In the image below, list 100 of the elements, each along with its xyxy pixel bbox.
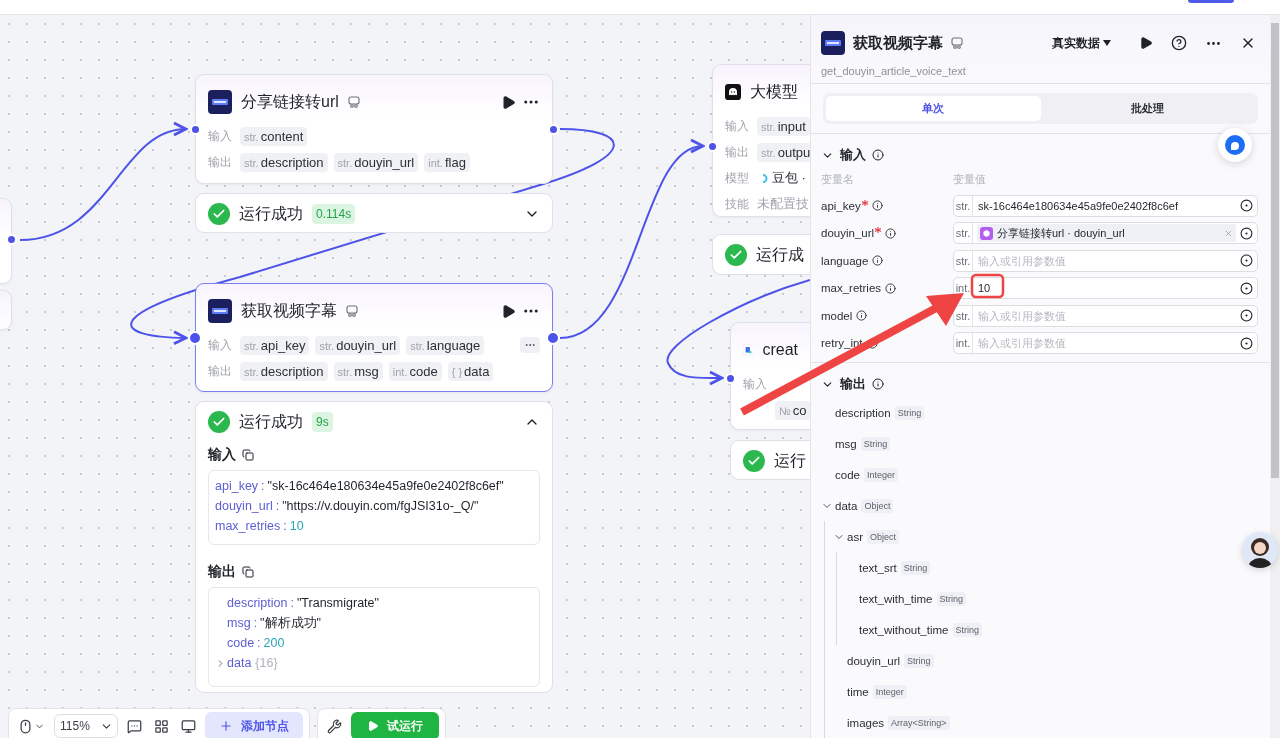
info-icon[interactable] bbox=[856, 310, 868, 322]
variable-picker-icon[interactable] bbox=[1240, 254, 1253, 268]
output-name: text_srt bbox=[859, 561, 897, 574]
value-field[interactable]: str. 输入或引用参数值 bbox=[953, 249, 1258, 272]
plugin-icon bbox=[208, 90, 232, 114]
connection-port[interactable] bbox=[546, 331, 560, 345]
avatar[interactable] bbox=[1242, 532, 1278, 568]
value-input[interactable]: 输入或引用参数值 bbox=[973, 309, 1240, 322]
copy-icon[interactable] bbox=[242, 449, 254, 461]
variable-picker-icon[interactable] bbox=[1240, 309, 1253, 323]
output-name: text_without_time bbox=[859, 623, 949, 636]
info-icon[interactable] bbox=[885, 227, 897, 239]
row-label: 模型 bbox=[725, 169, 750, 187]
info-icon[interactable] bbox=[872, 255, 884, 267]
plugin-link-icon bbox=[951, 37, 963, 49]
variable-picker-icon[interactable] bbox=[1240, 281, 1253, 295]
output-name: text_with_time bbox=[859, 592, 933, 605]
mode-tab[interactable]: 批处理 bbox=[1040, 96, 1255, 121]
section-title: 输入 bbox=[840, 146, 866, 164]
chat-button[interactable] bbox=[1218, 128, 1252, 162]
output-name: asr bbox=[847, 530, 863, 543]
status-text: 运行成 bbox=[756, 244, 804, 265]
connection-port[interactable] bbox=[189, 123, 201, 135]
variable-name: max_retries bbox=[821, 282, 882, 295]
colon-separator: : bbox=[253, 615, 258, 632]
variable-picker-icon[interactable] bbox=[1240, 336, 1253, 350]
row-label: 输出 bbox=[208, 153, 233, 171]
param-tag: int.code bbox=[388, 361, 442, 381]
row-label: 技能 bbox=[725, 195, 750, 213]
result-value: "Transmigrate" bbox=[296, 595, 379, 612]
value-field[interactable]: str. sk-16c464e180634e45a9fe0e2402f8c6ef bbox=[953, 194, 1258, 217]
variable-picker-icon[interactable] bbox=[1240, 199, 1253, 213]
play-icon[interactable] bbox=[501, 94, 516, 110]
value-field[interactable]: int. 10 bbox=[953, 277, 1258, 300]
connection-port[interactable] bbox=[547, 123, 559, 135]
success-icon bbox=[208, 203, 230, 225]
result-value: "https://v.douyin.com/fgJSI31o-_Q/" bbox=[282, 498, 479, 515]
value-field[interactable]: str. 输入或引用参数值 bbox=[953, 304, 1258, 327]
success-icon bbox=[725, 244, 747, 266]
value-input[interactable]: 输入或引用参数值 bbox=[973, 337, 1240, 350]
section-title: 输入 bbox=[208, 446, 236, 464]
panel-title: 获取视频字幕 bbox=[853, 33, 943, 53]
scrollbar[interactable] bbox=[1270, 15, 1280, 738]
chat-bubble-icon[interactable] bbox=[1224, 134, 1246, 156]
workflow-node[interactable]: 分享链接转url 输入 str.content 输出 str.description str.douyin_url int.flag bbox=[195, 74, 553, 184]
row-label: 输出 bbox=[208, 362, 233, 380]
duration-badge: 0.114s bbox=[312, 204, 356, 224]
variable-picker-icon[interactable] bbox=[1240, 226, 1253, 240]
colon-separator: : bbox=[283, 518, 287, 535]
mode-tab[interactable]: 单次 bbox=[826, 96, 1041, 121]
param-tag: str.douyin_url bbox=[315, 335, 401, 355]
cube-icon bbox=[980, 226, 993, 240]
result-value: 10 bbox=[289, 518, 304, 535]
workflow-node[interactable]: 获取视频字幕 输入 str.api_key str.douyin_url str.language 输出 str.description str.msg int.code { }data bbox=[195, 283, 553, 392]
value-field[interactable]: int. 输入或引用参数值 bbox=[953, 332, 1258, 355]
copy-icon[interactable] bbox=[242, 566, 254, 578]
value-field[interactable]: str. 分享链接转url · douyin_url bbox=[953, 222, 1258, 245]
info-icon[interactable] bbox=[872, 149, 884, 161]
row-label: 输入 bbox=[208, 336, 233, 354]
info-icon[interactable] bbox=[872, 378, 884, 390]
param-tag: str.msg bbox=[333, 361, 383, 381]
connection-port[interactable] bbox=[706, 140, 718, 152]
data-mode-dropdown[interactable]: 真实数据 bbox=[1050, 32, 1113, 54]
row-label: 输入 bbox=[208, 127, 233, 145]
type-label: int. bbox=[954, 333, 973, 354]
more-params-button[interactable] bbox=[520, 337, 540, 353]
play-icon[interactable] bbox=[501, 303, 516, 319]
output-name: time bbox=[847, 685, 869, 698]
param-tag: str.description bbox=[240, 361, 328, 381]
type-label: str. bbox=[954, 250, 973, 271]
success-icon bbox=[208, 411, 230, 433]
variable-name: douyin_url bbox=[821, 227, 875, 240]
info-icon[interactable] bbox=[871, 200, 883, 212]
variable-name: retry_int bbox=[821, 337, 863, 350]
output-name: douyin_url bbox=[847, 654, 901, 667]
zoom-select[interactable]: 115% bbox=[54, 714, 118, 738]
output-name: images bbox=[847, 716, 885, 729]
help-icon[interactable] bbox=[1169, 33, 1189, 53]
info-icon[interactable] bbox=[885, 282, 897, 294]
connection-port[interactable] bbox=[188, 331, 202, 345]
workflow-node[interactable]: creat 输入 №co bbox=[730, 322, 810, 430]
connection-port[interactable] bbox=[724, 372, 736, 384]
type-label: String bbox=[860, 436, 891, 451]
type-label: String bbox=[894, 405, 925, 420]
connection-port[interactable] bbox=[6, 234, 17, 245]
value-input[interactable]: sk-16c464e180634e45a9fe0e2402f8c6ef bbox=[973, 199, 1240, 212]
result-key: max_retries bbox=[215, 516, 281, 536]
value-input[interactable]: 10 bbox=[973, 282, 1240, 295]
caret-icon[interactable] bbox=[1103, 40, 1111, 46]
colon-separator: : bbox=[290, 595, 294, 612]
row-label: 输入 bbox=[743, 375, 768, 393]
result-value: "解析成功" bbox=[260, 615, 321, 632]
mouse-icon[interactable] bbox=[18, 718, 33, 734]
value-input[interactable]: 输入或引用参数值 bbox=[973, 254, 1240, 267]
type-label: String bbox=[904, 653, 934, 668]
add-node-button[interactable]: 添加节点 bbox=[204, 712, 303, 738]
reference-chip[interactable]: 分享链接转url · douyin_url bbox=[977, 224, 1236, 243]
workflow-node[interactable]: 大模型 输入 str.input 输出 str.outpu 模型 豆包 · 技能 未配置技 bbox=[712, 64, 810, 217]
param-tag: int.flag bbox=[424, 152, 470, 172]
plugin-icon bbox=[208, 299, 232, 323]
